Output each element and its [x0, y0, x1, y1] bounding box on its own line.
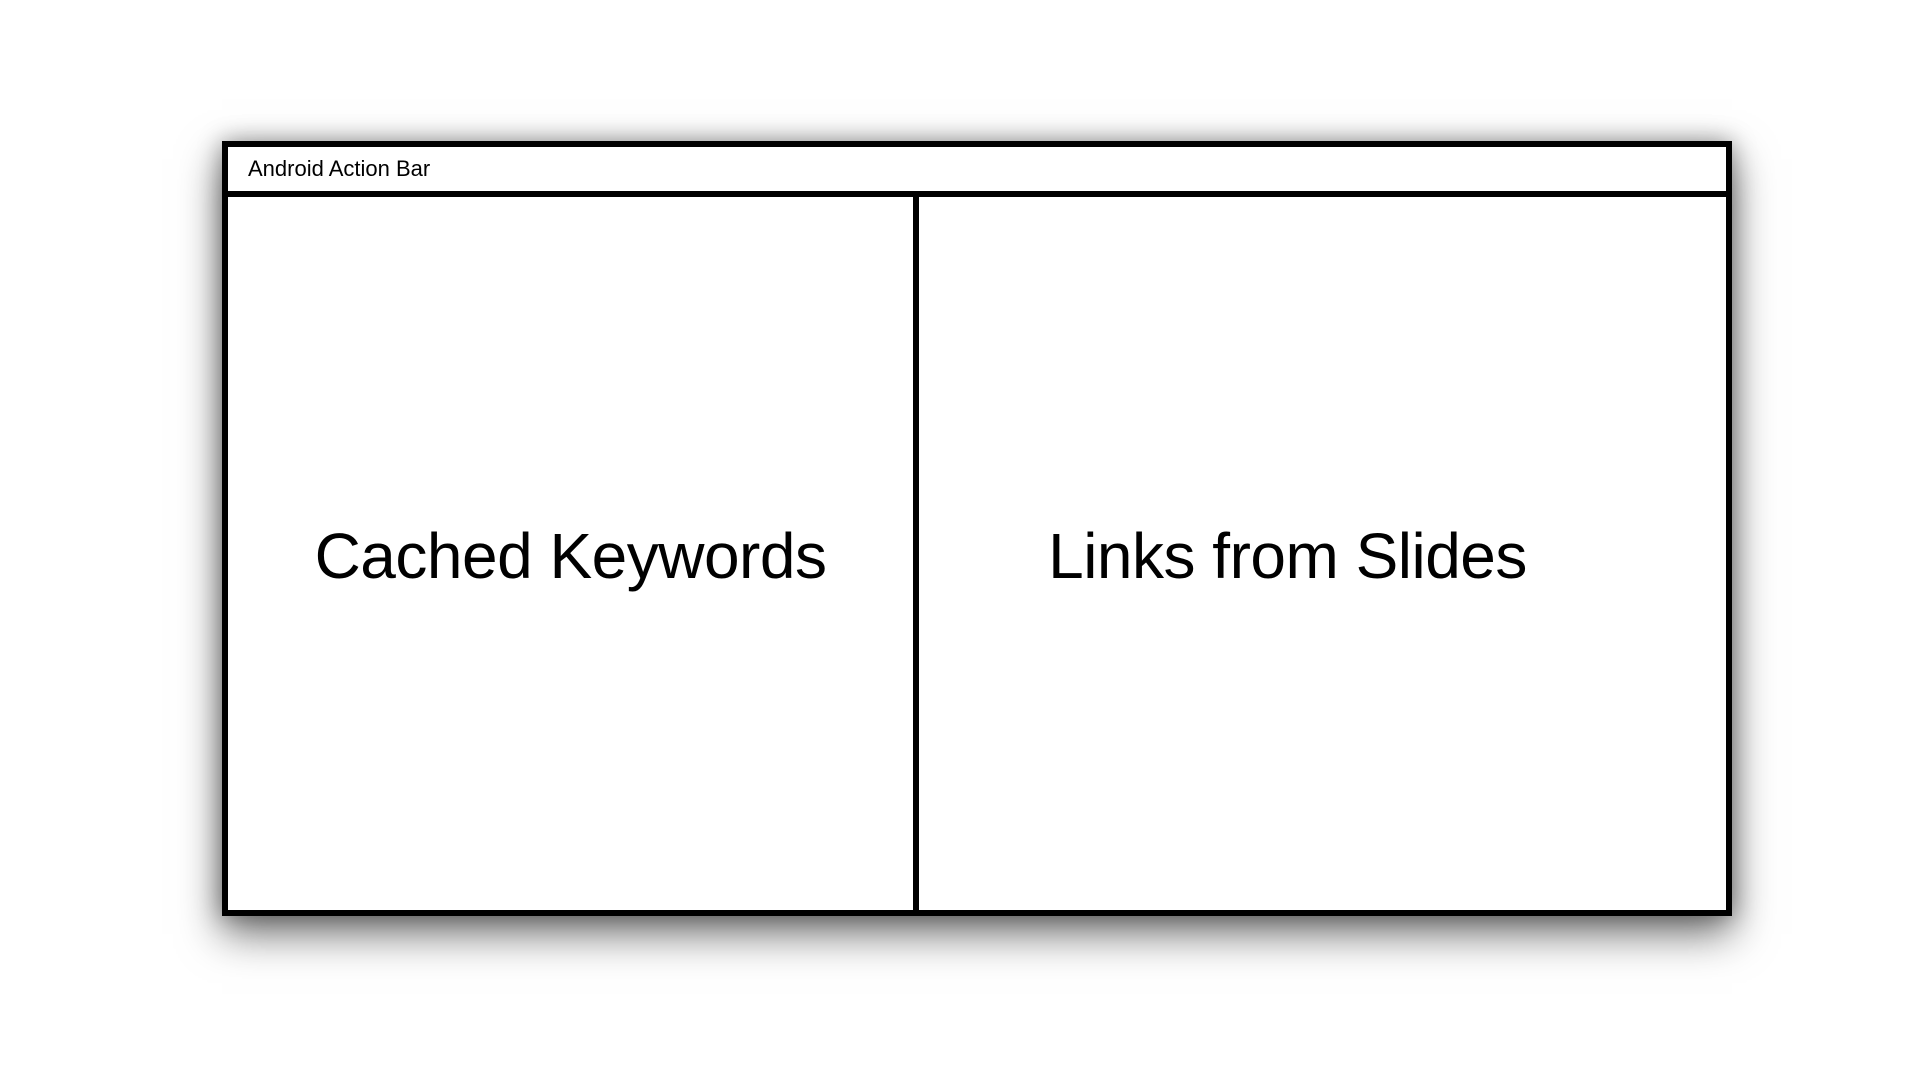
cached-keywords-label: Cached Keywords: [314, 519, 827, 592]
links-from-slides-label: Links from Slides: [1048, 519, 1527, 592]
links-from-slides-pane[interactable]: Links from Slides: [919, 197, 1726, 910]
action-bar: Android Action Bar: [228, 147, 1726, 197]
action-bar-title: Android Action Bar: [248, 156, 431, 181]
cached-keywords-pane[interactable]: Cached Keywords: [228, 197, 919, 910]
app-window-frame: Android Action Bar Cached Keywords Links…: [222, 141, 1732, 916]
